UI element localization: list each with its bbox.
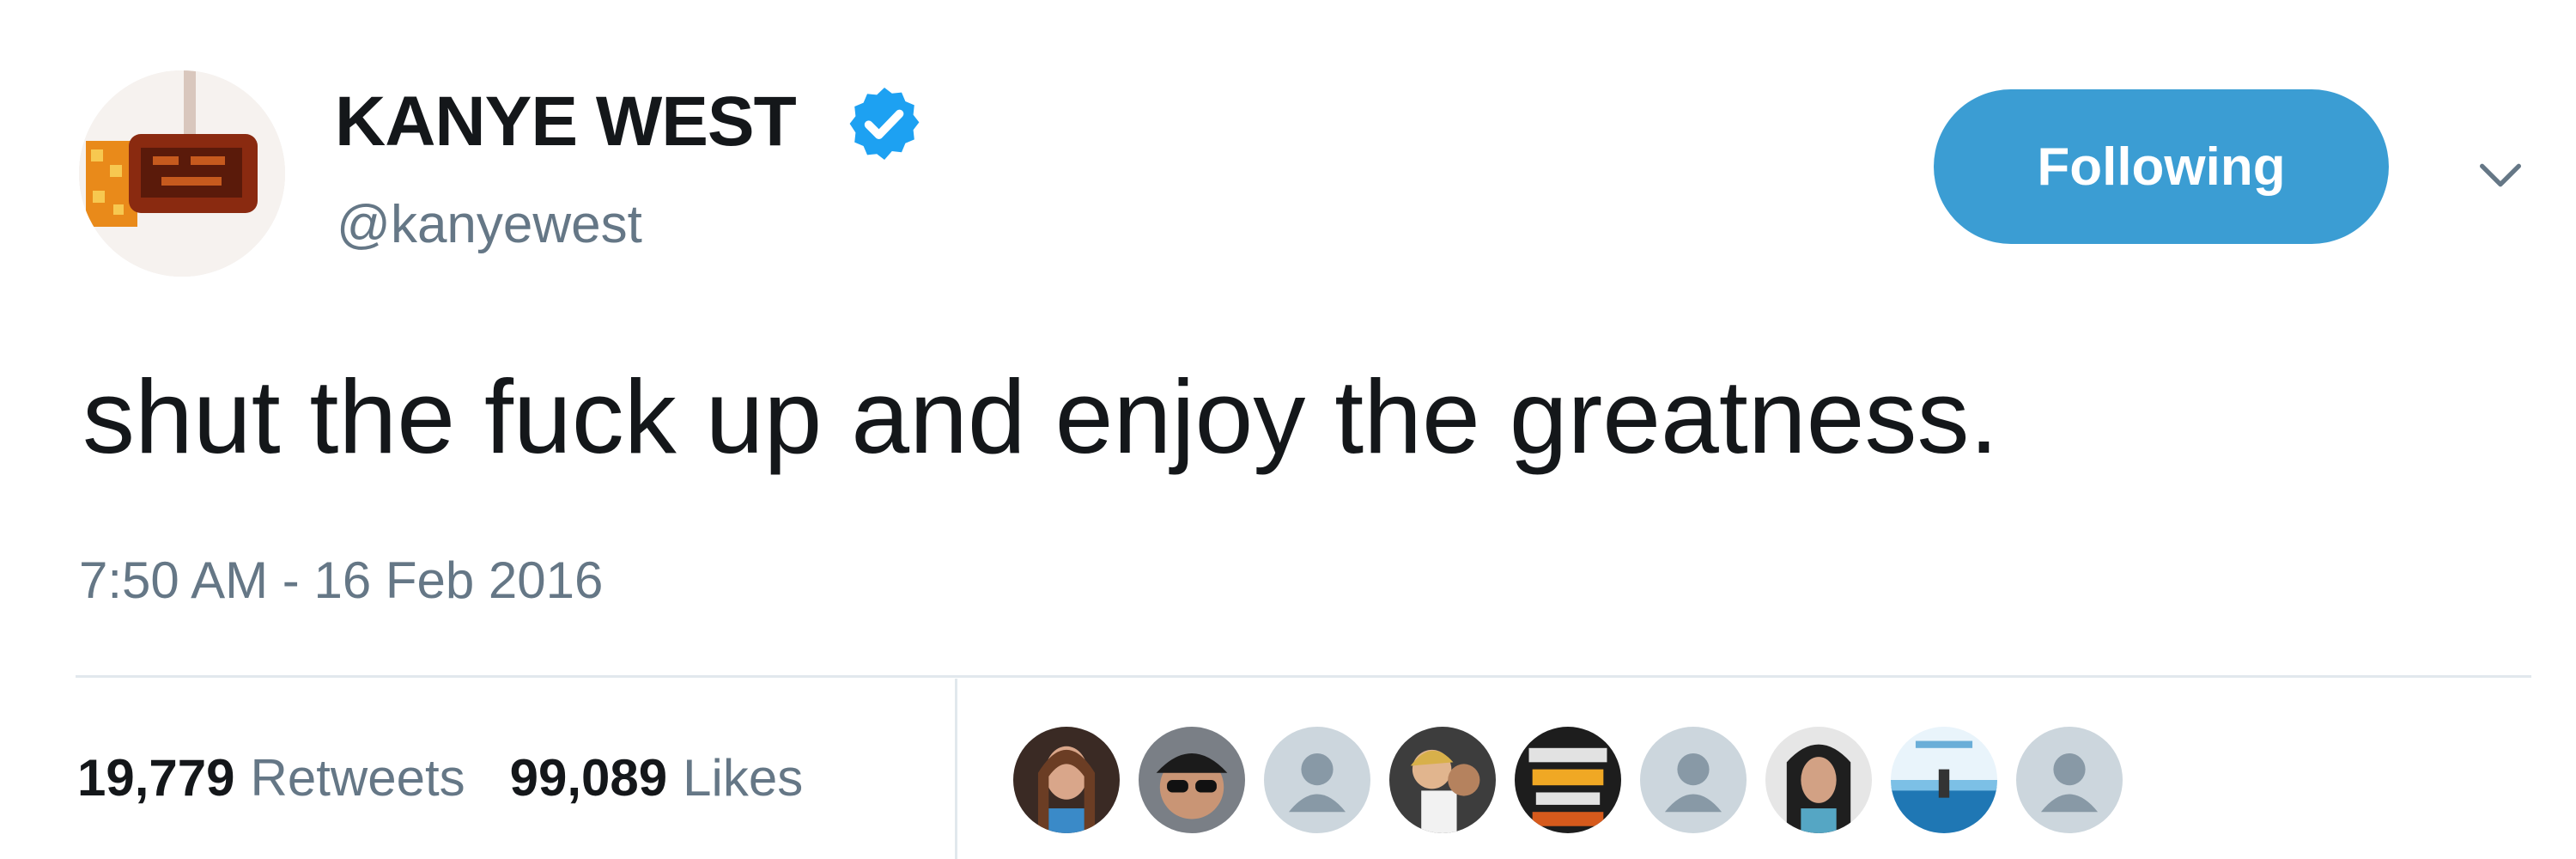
verified-badge-icon bbox=[849, 88, 920, 160]
profile-photo-icon bbox=[1389, 727, 1496, 833]
retweets-stat[interactable]: 19,779 Retweets bbox=[77, 744, 465, 813]
retweets-count: 19,779 bbox=[77, 749, 235, 807]
avatar-image bbox=[79, 70, 285, 277]
profile-photo-icon bbox=[1515, 727, 1621, 833]
liker-avatar[interactable] bbox=[1013, 727, 1120, 833]
liker-avatar[interactable] bbox=[2016, 727, 2123, 833]
profile-photo-icon bbox=[1013, 727, 1120, 833]
liker-avatar[interactable] bbox=[1640, 727, 1747, 833]
likes-stat[interactable]: 99,089 Likes bbox=[510, 744, 804, 813]
divider bbox=[76, 675, 2531, 678]
user-handle[interactable]: @kanyewest bbox=[337, 191, 642, 259]
liker-avatar[interactable] bbox=[1139, 727, 1245, 833]
profile-avatar[interactable] bbox=[79, 70, 285, 277]
likes-label: Likes bbox=[683, 749, 804, 807]
liker-avatar[interactable] bbox=[1389, 727, 1496, 833]
default-avatar-icon bbox=[1264, 727, 1370, 833]
retweets-label: Retweets bbox=[250, 749, 465, 807]
liker-avatar[interactable] bbox=[1515, 727, 1621, 833]
liker-avatar[interactable] bbox=[1891, 727, 1997, 833]
profile-photo-icon bbox=[1891, 727, 1997, 833]
tweet-card: KANYE WEST @kanyewest Following shut the… bbox=[0, 0, 2576, 859]
default-avatar-icon bbox=[1640, 727, 1747, 833]
chevron-down-icon[interactable] bbox=[2473, 148, 2528, 203]
liker-avatar[interactable] bbox=[1765, 727, 1872, 833]
tweet-text: shut the fuck up and enjoy the greatness… bbox=[82, 358, 1999, 475]
stats-divider bbox=[955, 679, 957, 859]
default-avatar-icon bbox=[2016, 727, 2123, 833]
profile-photo-icon bbox=[1765, 727, 1872, 833]
engagement-stats: 19,779 Retweets 99,089 Likes bbox=[77, 744, 803, 813]
tweet-timestamp[interactable]: 7:50 AM - 16 Feb 2016 bbox=[79, 546, 603, 615]
profile-photo-icon bbox=[1139, 727, 1245, 833]
display-name[interactable]: KANYE WEST bbox=[335, 79, 797, 165]
likes-count: 99,089 bbox=[509, 749, 668, 807]
liker-avatar[interactable] bbox=[1264, 727, 1370, 833]
liker-avatars bbox=[1013, 727, 2123, 833]
following-button[interactable]: Following bbox=[1934, 89, 2389, 244]
